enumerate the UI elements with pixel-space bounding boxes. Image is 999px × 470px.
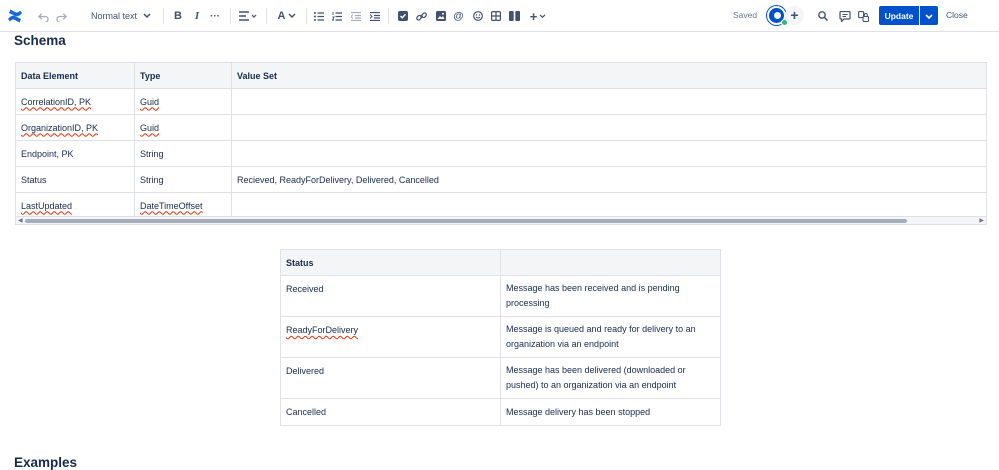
horizontal-scrollbar[interactable]: ◀ ▶ [15, 216, 987, 225]
table-cell[interactable] [231, 192, 987, 219]
cell-text: DateTimeOffset [140, 200, 203, 211]
table-header-row: Data Element Type Value Set [15, 62, 987, 89]
cell-text: OrganizationID, PK [21, 122, 99, 133]
editor-toolbar: Normal text B I ··· A @ + Saved + Update… [0, 0, 999, 32]
image-icon[interactable] [435, 8, 446, 24]
layout-icon[interactable] [508, 8, 520, 24]
link-icon[interactable] [416, 8, 427, 24]
search-icon[interactable] [817, 8, 828, 24]
chevron-down-icon [143, 11, 151, 21]
table-cell[interactable]: Message has been delivered (downloaded o… [500, 357, 721, 399]
text-style-dropdown[interactable]: Normal text [85, 6, 157, 26]
table-row: LastUpdated DateTimeOffset [15, 192, 987, 219]
table-cell[interactable]: Message delivery has been stopped [500, 398, 721, 426]
table-cell[interactable]: Guid [134, 114, 232, 141]
table-header-row: Status [280, 249, 721, 276]
scroll-right-icon[interactable]: ▶ [979, 217, 984, 224]
table-row: Delivered Message has been delivered (do… [280, 357, 721, 399]
cell-text: CorrelationID, PK [21, 96, 92, 107]
more-formatting-icon[interactable]: ··· [208, 8, 222, 24]
mention-icon[interactable]: @ [453, 8, 464, 24]
page-heading: Schema [14, 33, 66, 48]
indent-icon[interactable] [370, 8, 380, 24]
table-cell[interactable] [231, 88, 987, 115]
table-row: Endpoint, PK String [15, 140, 987, 167]
cell-text: Guid [140, 122, 160, 133]
table-cell[interactable]: Message is queued and ready for delivery… [500, 316, 721, 358]
cell-text: Recieved, ReadyForDelivery, Delivered, C… [237, 174, 439, 185]
redo-icon[interactable] [55, 8, 67, 24]
table-cell[interactable]: String [134, 166, 232, 193]
update-options-button[interactable] [920, 6, 938, 25]
table-cell[interactable]: String [134, 140, 232, 167]
insert-plus-icon[interactable]: + [528, 8, 548, 24]
user-icon [774, 12, 781, 19]
scrollbar-thumb[interactable] [25, 219, 907, 223]
outdent-icon[interactable] [351, 8, 361, 24]
align-icon[interactable] [238, 8, 258, 24]
table-row: OrganizationID, PK Guid [15, 114, 987, 141]
restrictions-icon[interactable] [857, 8, 869, 24]
bullet-list-icon[interactable] [314, 8, 324, 24]
bold-icon[interactable]: B [172, 8, 184, 24]
table-row: ReadyForDelivery Message is queued and r… [280, 316, 721, 358]
cell-text: ReadyForDelivery [286, 325, 359, 335]
table-row: Received Message has been received and i… [280, 275, 721, 317]
table-cell[interactable]: Status [15, 166, 135, 193]
invite-button[interactable]: + [785, 6, 804, 25]
table-cell[interactable] [231, 114, 987, 141]
toolbar-divider [266, 8, 267, 24]
table-cell[interactable]: Received [280, 275, 501, 317]
scroll-left-icon[interactable]: ◀ [18, 217, 23, 224]
status-table: Status Received Message has been receive… [280, 249, 721, 426]
toolbar-divider [230, 8, 231, 24]
column-header[interactable]: Data Element [15, 62, 135, 89]
numbered-list-icon[interactable] [332, 8, 342, 24]
table-icon[interactable] [490, 8, 501, 24]
cell-text: Guid [140, 96, 160, 107]
table-row: CorrelationID, PK Guid [15, 88, 987, 115]
text-color-icon[interactable]: A [276, 8, 298, 24]
table-cell[interactable] [231, 140, 987, 167]
avatar[interactable] [767, 6, 788, 26]
chevron-down-icon [925, 7, 933, 25]
cell-text: LastUpdated [21, 200, 73, 211]
table-cell[interactable]: Cancelled [280, 398, 501, 426]
section-heading: Examples [14, 455, 78, 470]
save-status: Saved [733, 10, 758, 20]
table-row: Cancelled Message delivery has been stop… [280, 398, 721, 426]
table-cell[interactable]: CorrelationID, PK [15, 88, 135, 115]
update-button[interactable]: Update [879, 6, 919, 25]
comment-icon[interactable] [838, 8, 851, 24]
toolbar-divider [163, 8, 164, 24]
action-item-icon[interactable] [397, 8, 408, 24]
table-cell[interactable]: OrganizationID, PK [15, 114, 135, 141]
undo-icon[interactable] [37, 8, 49, 24]
table-cell[interactable]: Guid [134, 88, 232, 115]
table-cell[interactable]: Recieved, ReadyForDelivery, Delivered, C… [231, 166, 987, 193]
column-header[interactable]: Status [280, 249, 501, 276]
confluence-logo-icon[interactable] [7, 7, 23, 25]
column-header[interactable] [500, 249, 721, 276]
toolbar-divider [388, 8, 389, 24]
table-row: Status String Recieved, ReadyForDelivery… [15, 166, 987, 193]
table-cell[interactable]: Message has been received and is pending… [500, 275, 721, 317]
table-cell[interactable]: Delivered [280, 357, 501, 399]
italic-icon[interactable]: I [191, 8, 203, 24]
text-style-label: Normal text [91, 11, 138, 21]
table-cell[interactable]: Endpoint, PK [15, 140, 135, 167]
table-cell[interactable]: LastUpdated [15, 192, 135, 219]
emoji-icon[interactable] [472, 8, 483, 24]
toolbar-divider [306, 8, 307, 24]
schema-table: Data Element Type Value Set CorrelationI… [15, 62, 987, 219]
table-cell[interactable]: DateTimeOffset [134, 192, 232, 219]
column-header[interactable]: Value Set [231, 62, 987, 89]
close-button[interactable]: Close [946, 10, 968, 20]
column-header[interactable]: Type [134, 62, 232, 89]
table-cell[interactable]: ReadyForDelivery [280, 316, 501, 358]
